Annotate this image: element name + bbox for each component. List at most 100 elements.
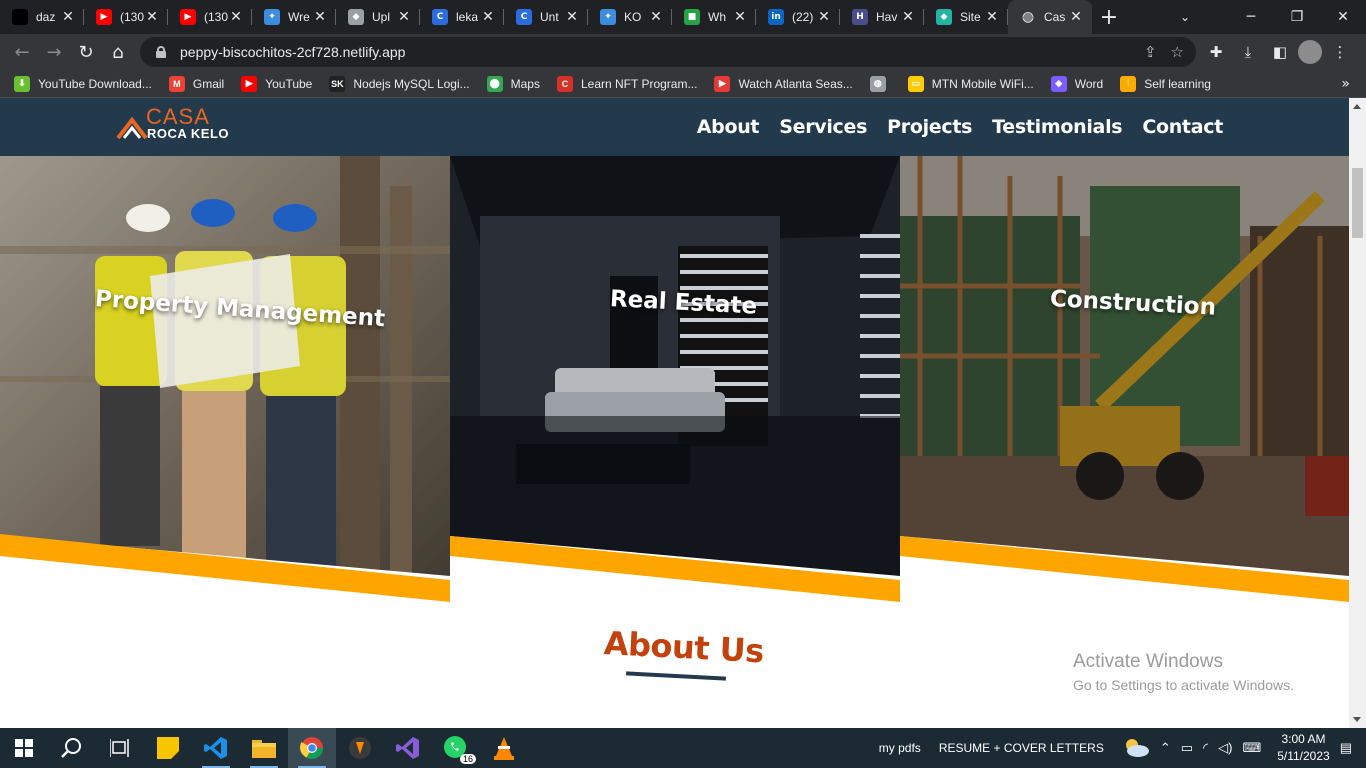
tab-close-icon[interactable]: ✕ — [396, 9, 412, 25]
tab-close-icon[interactable]: ✕ — [1068, 9, 1084, 25]
browser-tab[interactable]: ◆ Site ✕ — [924, 0, 1008, 34]
toolbar-my-pdfs[interactable]: my pdfs — [879, 741, 921, 755]
lock-icon[interactable] — [156, 46, 166, 58]
tab-close-icon[interactable]: ✕ — [648, 9, 664, 25]
browser-tab[interactable]: Cleka ✕ — [420, 0, 504, 34]
profile-avatar[interactable] — [1298, 40, 1322, 64]
address-bar[interactable]: peppy-biscochitos-2cf728.netlify.app ⇪ ☆ — [140, 37, 1196, 67]
browser-tab[interactable]: ✦ KO ✕ — [588, 0, 672, 34]
main-nav: About Services Projects Testimonials Con… — [697, 98, 1224, 156]
scrollbar-thumb[interactable] — [1352, 168, 1363, 238]
bookmark-favicon-icon: ▶ — [714, 75, 731, 92]
back-arrow-icon[interactable]: ← — [6, 36, 38, 68]
service-card-property-management[interactable]: Property Management — [0, 156, 450, 602]
forward-arrow-icon[interactable]: → — [38, 36, 70, 68]
site-logo[interactable]: CASA ROCA KELO — [116, 104, 246, 146]
notifications-icon[interactable]: ▤ — [1340, 740, 1352, 756]
reload-icon[interactable]: ↻ — [70, 36, 102, 68]
file-explorer-icon[interactable] — [240, 728, 288, 768]
tab-close-icon[interactable]: ✕ — [312, 9, 328, 25]
nav-services[interactable]: Services — [779, 116, 867, 138]
browser-tab[interactable]: ◍ Cas ✕ — [1008, 0, 1092, 34]
bookmark-item[interactable]: ⫶ Self learning — [1120, 75, 1211, 92]
tab-title: KO — [624, 10, 642, 24]
battery-icon[interactable]: ▭ — [1181, 740, 1193, 756]
nav-projects[interactable]: Projects — [887, 116, 972, 138]
vlc-icon[interactable] — [480, 728, 528, 768]
search-icon[interactable] — [48, 728, 96, 768]
show-hidden-icons-chevron[interactable]: ⌃ — [1160, 740, 1171, 756]
new-tab-button[interactable]: + — [1092, 0, 1126, 34]
browser-tab[interactable]: daz ✕ — [0, 0, 84, 34]
browser-tab[interactable]: H Hav ✕ — [840, 0, 924, 34]
chrome-icon[interactable] — [288, 728, 336, 768]
download-icon[interactable]: ⤓ — [1234, 38, 1262, 66]
bookmarks-overflow-icon[interactable]: » — [1341, 76, 1366, 92]
bookmark-item[interactable]: ⬤ Maps — [486, 75, 540, 92]
browser-tab[interactable]: ▶ (130 ✕ — [168, 0, 252, 34]
tab-close-icon[interactable]: ✕ — [144, 9, 160, 25]
tab-strip: daz ✕ ▶ (130 ✕ ▶ (130 ✕ ✦ Wre ✕ ◆ Upl ✕ Cleka ✕ C Unt ✕ ✦ KO… — [0, 0, 1366, 34]
url-text[interactable]: peppy-biscochitos-2cf728.netlify.app — [180, 44, 405, 60]
side-panel-icon[interactable]: ◧ — [1266, 38, 1294, 66]
sticky-notes-icon[interactable] — [144, 728, 192, 768]
share-icon[interactable]: ⇪ — [1144, 43, 1157, 61]
tab-favicon-icon: in — [768, 9, 784, 25]
extensions-icon[interactable]: ✚ — [1202, 38, 1230, 66]
tab-close-icon[interactable]: ✕ — [984, 9, 1000, 25]
service-card-construction[interactable]: Construction — [900, 156, 1349, 602]
tab-close-icon[interactable]: ✕ — [480, 9, 496, 25]
bookmark-item[interactable]: ◍ — [869, 75, 894, 92]
menu-kebab-icon[interactable]: ⋮ — [1326, 38, 1354, 66]
restore-icon[interactable]: ❐ — [1274, 0, 1320, 34]
scroll-up-arrow-icon[interactable] — [1353, 104, 1361, 109]
page-scrollbar[interactable] — [1349, 98, 1366, 728]
keyboard-icon[interactable]: ⌨ — [1242, 740, 1261, 756]
weather-icon[interactable] — [1122, 736, 1150, 761]
tab-close-icon[interactable]: ✕ — [228, 9, 244, 25]
whatsapp-icon[interactable]: 16 — [432, 728, 480, 768]
volume-icon[interactable]: ◁) — [1218, 740, 1232, 756]
bookmark-label: YouTube — [265, 76, 313, 91]
tab-search-icon[interactable]: ⌄ — [1162, 0, 1208, 34]
browser-tab[interactable]: ▶ (130 ✕ — [84, 0, 168, 34]
home-icon[interactable]: ⌂ — [102, 36, 134, 68]
browser-tab[interactable]: in (22) ✕ — [756, 0, 840, 34]
tab-close-icon[interactable]: ✕ — [732, 9, 748, 25]
scroll-down-arrow-icon[interactable] — [1353, 717, 1361, 722]
tab-close-icon[interactable]: ✕ — [60, 9, 76, 25]
toolbar-resume-cover-letters[interactable]: RESUME + COVER LETTERS — [939, 741, 1104, 755]
bookmark-item[interactable]: C Learn NFT Program... — [556, 75, 697, 92]
nav-contact[interactable]: Contact — [1142, 116, 1223, 138]
bookmark-item[interactable]: ◆ Word — [1050, 75, 1103, 92]
nav-testimonials[interactable]: Testimonials — [992, 116, 1122, 138]
vscode-icon[interactable] — [192, 728, 240, 768]
bookmark-label: Maps — [510, 76, 540, 91]
browser-tab[interactable]: ✦ Wre ✕ — [252, 0, 336, 34]
fl-studio-icon[interactable] — [336, 728, 384, 768]
minimize-icon[interactable]: ─ — [1228, 0, 1274, 34]
bookmark-star-icon[interactable]: ☆ — [1171, 43, 1184, 61]
bookmark-item[interactable]: ⬇ YouTube Download... — [14, 75, 152, 92]
browser-tab[interactable]: ■ Wh ✕ — [672, 0, 756, 34]
tab-close-icon[interactable]: ✕ — [900, 9, 916, 25]
bookmark-item[interactable]: ▶ YouTube — [241, 75, 313, 92]
windows-start-icon[interactable] — [0, 728, 48, 768]
wifi-icon[interactable]: ◜ — [1203, 740, 1208, 756]
service-card-real-estate[interactable]: Real Estate — [450, 156, 900, 602]
tab-close-icon[interactable]: ✕ — [564, 9, 580, 25]
browser-tab[interactable]: C Unt ✕ — [504, 0, 588, 34]
tab-close-icon[interactable]: ✕ — [816, 9, 832, 25]
nav-about[interactable]: About — [697, 116, 760, 138]
bookmark-item[interactable]: SK Nodejs MySQL Logi... — [329, 75, 470, 92]
close-window-icon[interactable]: ✕ — [1320, 0, 1366, 34]
tab-title: Hav — [876, 10, 898, 24]
task-view-icon[interactable] — [96, 728, 144, 768]
bookmark-item[interactable]: ▶ Watch Atlanta Seas... — [714, 75, 853, 92]
bookmark-item[interactable]: M Gmail — [168, 75, 224, 92]
system-clock[interactable]: 3:00 AM 5/11/2023 — [1277, 731, 1330, 765]
visual-studio-icon[interactable] — [384, 728, 432, 768]
bookmark-item[interactable]: ▭ MTN Mobile WiFi... — [907, 75, 1034, 92]
browser-tab[interactable]: ◆ Upl ✕ — [336, 0, 420, 34]
tab-favicon-icon: ▶ — [180, 9, 196, 25]
